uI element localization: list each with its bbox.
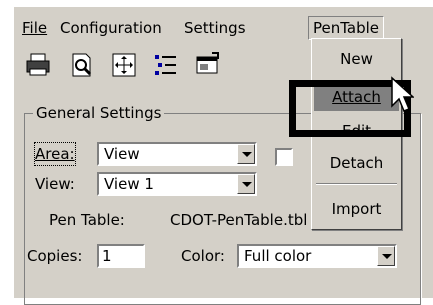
color-dropdown-arrow-icon[interactable] [377,246,395,266]
menu-settings-label: Settings [184,19,246,37]
area-value: View [104,145,140,163]
view-dropdown-arrow-icon[interactable] [237,174,255,194]
menu-settings[interactable]: Settings [180,17,250,39]
copies-input[interactable]: 1 [97,244,145,268]
area-combobox[interactable]: View [97,142,257,166]
view-value: View 1 [104,175,154,193]
menu-separator [316,183,397,185]
color-combobox[interactable]: Full color [237,244,397,268]
mouse-pointer-icon [391,76,414,112]
menu-item-detach[interactable]: Detach [314,149,399,177]
color-label: Color: [181,247,225,265]
menu-configuration-label: Configuration [60,19,162,37]
menu-pentable[interactable]: PenTable [308,16,385,40]
area-dropdown-arrow-icon[interactable] [237,144,255,164]
view-label: View: [35,175,75,193]
print-preview-icon[interactable] [68,51,96,79]
view-combobox[interactable]: View 1 [97,172,257,196]
menu-item-import[interactable]: Import [314,195,399,223]
menu-pentable-label: PenTable [313,19,380,37]
menu-item-new[interactable]: New [314,45,399,73]
menu-configuration[interactable]: Configuration [56,17,166,39]
menu-file[interactable]: File [18,17,51,39]
color-value: Full color [244,247,312,265]
printer-icon[interactable] [24,51,52,79]
pen-table-label: Pen Table: [49,211,125,229]
area-label: Area: [34,142,76,166]
document-icon[interactable] [194,51,222,79]
menu-file-label: File [22,19,48,37]
copies-label: Copies: [27,247,83,265]
general-settings-title: General Settings [33,104,165,122]
area-checkbox[interactable] [275,148,293,166]
list-icon[interactable] [152,51,180,79]
pen-table-value: CDOT-PenTable.tbl [170,211,308,229]
fit-view-icon[interactable] [110,51,138,79]
